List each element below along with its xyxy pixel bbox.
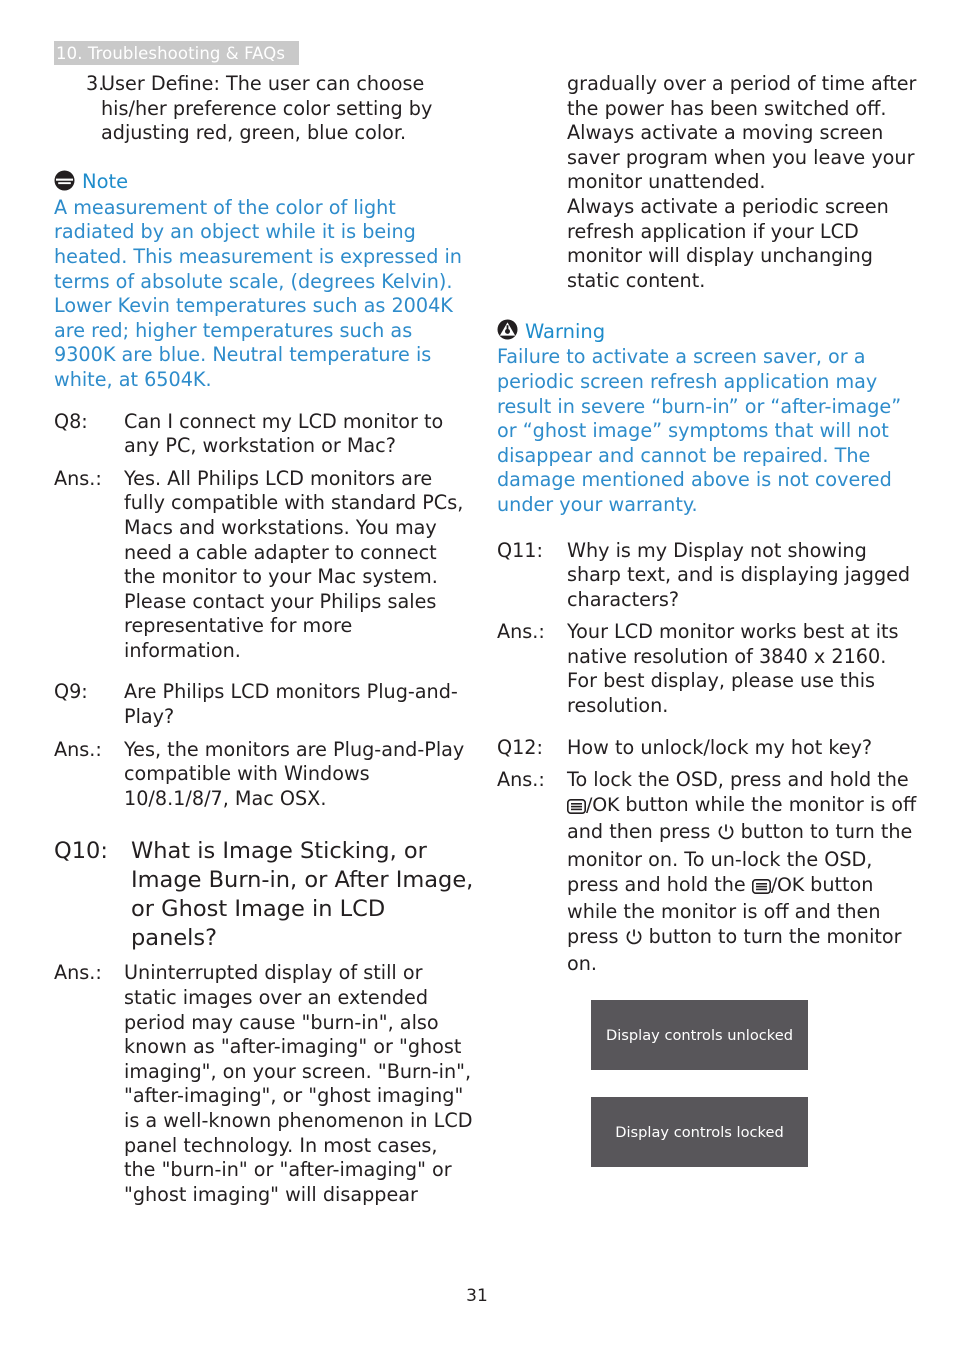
osd-box-locked: Display controls locked: [591, 1097, 808, 1167]
page-number: 31: [466, 1286, 488, 1306]
qa-q11: Q11: Why is my Display not showing sharp…: [497, 539, 917, 613]
continuation-line: Always activate a moving screen saver pr…: [567, 121, 915, 194]
qa-a9: Ans.: Yes, the monitors are Plug-and-Pla…: [54, 738, 474, 812]
qa-q10: Q10: What is Image Sticking, or Image Bu…: [54, 837, 474, 953]
note-title: Note: [82, 170, 129, 194]
qa-text: Can I connect my LCD monitor to any PC, …: [124, 409, 444, 458]
osd-menu-icon: [567, 796, 586, 821]
continuation-gutter: [497, 72, 567, 293]
qa-text: Yes. All Philips LCD monitors are fully …: [124, 466, 464, 662]
chapter-header-label: 10. Troubleshooting & FAQs: [56, 43, 286, 63]
osd-box-unlocked: Display controls unlocked: [591, 1000, 808, 1070]
q12-ok-label-2: /OK: [770, 873, 805, 896]
warning-body: Failure to activate a screen saver, or a…: [497, 345, 902, 516]
list-item-number: 3.: [86, 72, 105, 95]
qa-text: Yes, the monitors are Plug-and-Play comp…: [124, 737, 465, 810]
osd-menu-icon: [751, 876, 771, 901]
qa-q8: Q8: Can I connect my LCD monitor to any …: [54, 410, 474, 459]
qa-a12: Ans.: To lock the OSD, press and hold th…: [497, 768, 917, 977]
qa-a10: Ans.: Uninterrupted display of still or …: [54, 961, 474, 1207]
qa-label: Ans.:: [54, 466, 102, 490]
list-item-text: User Define: The user can choose his/her…: [101, 72, 433, 145]
qa-text: Your LCD monitor works best at its nativ…: [567, 620, 899, 718]
warning-heading: Warning: [497, 319, 917, 344]
continuation-block: gradually over a period of time after th…: [497, 72, 917, 293]
qa-text: Uninterrupted display of still or static…: [124, 961, 473, 1206]
qa-label: Ans.:: [54, 961, 102, 985]
warning-triangle-icon: [497, 319, 518, 344]
q12-ok-label-1: /OK: [586, 793, 620, 816]
note-circle-icon: [54, 170, 75, 195]
qa-a11: Ans.: Your LCD monitor works best at its…: [497, 620, 917, 718]
qa-label: Q10:: [54, 838, 108, 865]
qa-text: What is Image Sticking, or Image Burn-in…: [131, 838, 474, 952]
note-heading: Note: [54, 170, 474, 195]
chapter-header-bar: 10. Troubleshooting & FAQs: [54, 41, 300, 65]
note-body: A measurement of the color of light radi…: [54, 195, 462, 391]
power-icon: [717, 823, 735, 848]
continuation-text: gradually over a period of time after th…: [567, 72, 917, 293]
qa-text: Are Philips LCD monitors Plug-and- Play?: [124, 680, 458, 729]
qa-text: Why is my Display not showing sharp text…: [567, 538, 911, 611]
power-icon: [625, 928, 643, 953]
qa-label: Ans.:: [497, 620, 545, 644]
list-item: 3. User Define: The user can choose his/…: [54, 72, 474, 146]
qa-label: Q12:: [497, 735, 543, 759]
continuation-line: Always activate a periodic screen refres…: [567, 194, 889, 292]
osd-box-label: Display controls unlocked: [606, 1026, 793, 1044]
continuation-line: gradually over a period of time after th…: [567, 72, 917, 120]
osd-box-label: Display controls locked: [615, 1123, 784, 1141]
qa-a8: Ans.: Yes. All Philips LCD monitors are …: [54, 467, 474, 664]
q12-text-part1: To lock the OSD, press and hold the: [567, 768, 909, 792]
qa-label: Q11:: [497, 538, 543, 562]
qa-q12: Q12: How to unlock/lock my hot key?: [497, 736, 917, 761]
qa-label: Ans.:: [54, 737, 102, 761]
qa-text: How to unlock/lock my hot key?: [567, 735, 873, 759]
page-body: 3. User Define: The user can choose his/…: [0, 72, 954, 1207]
qa-text: To lock the OSD, press and hold the /OK …: [567, 768, 917, 977]
qa-label: Q9:: [54, 680, 88, 704]
qa-label: Q8:: [54, 409, 88, 433]
qa-q9: Q9: Are Philips LCD monitors Plug-and- P…: [54, 680, 474, 729]
warning-title: Warning: [525, 319, 606, 343]
qa-label: Ans.:: [497, 768, 545, 792]
left-column: 3. User Define: The user can choose his/…: [54, 72, 474, 1207]
